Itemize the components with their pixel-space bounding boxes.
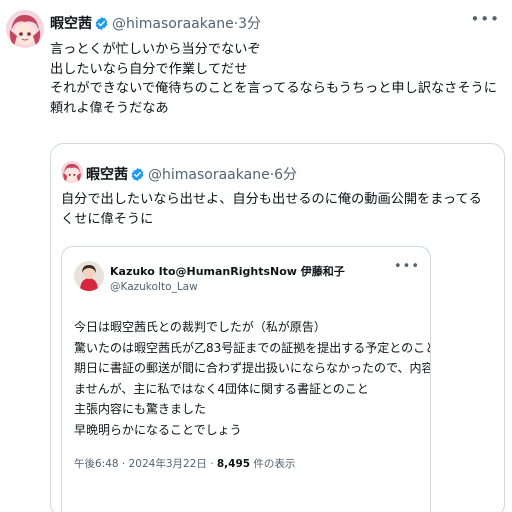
- quote-tweet-card[interactable]: 暇空茜 @himasoraakane·6分 自分で出したいなら出せよ、自分も出せる…: [50, 143, 505, 512]
- inner-avatar: [74, 261, 104, 291]
- quote-text: 自分で出したいなら出せよ、自分も出せるのに俺の動画公開をまってる くせに偉そうに: [61, 190, 501, 230]
- more-icon[interactable]: •••: [470, 10, 500, 28]
- display-name[interactable]: 暇空茜: [50, 16, 92, 32]
- inner-meta-suffix: 件の表示: [250, 458, 296, 470]
- inner-text: 今日は暇空茜氏との裁判でしたが（私が原告） 驚いたのは暇空茜氏が乙83号証までの…: [74, 317, 431, 440]
- embedded-tweet-card[interactable]: Kazuko Ito@HumanRightsNow 伊藤和子 @KazukoIt…: [61, 246, 431, 512]
- tweet-text-line: 言っとくが忙しいから当分でないぞ: [50, 42, 261, 57]
- tweet-text-line: それができないで俺待ちのことを言ってるならもうちっと申し訳なさそうに: [50, 81, 497, 96]
- verified-badge-icon: [130, 167, 145, 186]
- quote-text-line: くせに偉そうに: [61, 212, 154, 227]
- quote-header: 暇空茜 @himasoraakane·6分: [61, 164, 297, 186]
- verified-badge-icon: [94, 16, 109, 35]
- more-icon: •••: [393, 259, 420, 274]
- inner-meta-time: 午後6:48 · 2024年3月22日 ·: [74, 458, 217, 470]
- handle[interactable]: @himasoraakane: [112, 16, 234, 32]
- inner-meta: 午後6:48 · 2024年3月22日 · 8,495 件の表示: [74, 456, 295, 471]
- avatar[interactable]: [6, 10, 44, 48]
- tweet-text: 言っとくが忙しいから当分でないぞ 出したいなら自分で作業してだせ それができない…: [50, 40, 510, 118]
- tweet-text-line: 出したいなら自分で作業してだせ: [50, 61, 248, 77]
- inner-text-line: 今日は暇空茜氏との裁判でしたが（私が原告）: [74, 320, 326, 334]
- quote-handle: @himasoraakane: [148, 167, 270, 183]
- inner-display-name: Kazuko Ito@HumanRightsNow 伊藤和子: [110, 265, 345, 278]
- timestamp[interactable]: 3分: [238, 16, 261, 32]
- inner-text-line: 主張内容にも驚きました: [74, 402, 207, 416]
- inner-text-line: ませんが、主に私ではなく4団体に関する書証とのこと: [74, 381, 369, 396]
- tweet-header: 暇空茜 @himasoraakane·3分: [50, 13, 261, 35]
- inner-handle: @KazukoIto_Law: [110, 281, 198, 293]
- quote-timestamp: 6分: [274, 167, 298, 183]
- quote-display-name: 暇空茜: [86, 167, 128, 183]
- view-count: 8,495: [216, 458, 251, 470]
- inner-text-line: 期日に書証の郵送が間に合わず提出扱いにならなかったので、内容は見て: [74, 361, 431, 375]
- quote-text-line: 自分で出したいなら出せよ、自分も出せるのに俺の動画公開をまってる: [61, 192, 482, 207]
- tweet-text-line: 頼れよ偉そうだなあ: [50, 100, 169, 116]
- inner-text-line: 早晩明らかになることでしょう: [74, 422, 242, 437]
- inner-text-line: 驚いたのは暇空茜氏が乙83号証までの証拠を提出する予定とのことですね: [74, 340, 430, 355]
